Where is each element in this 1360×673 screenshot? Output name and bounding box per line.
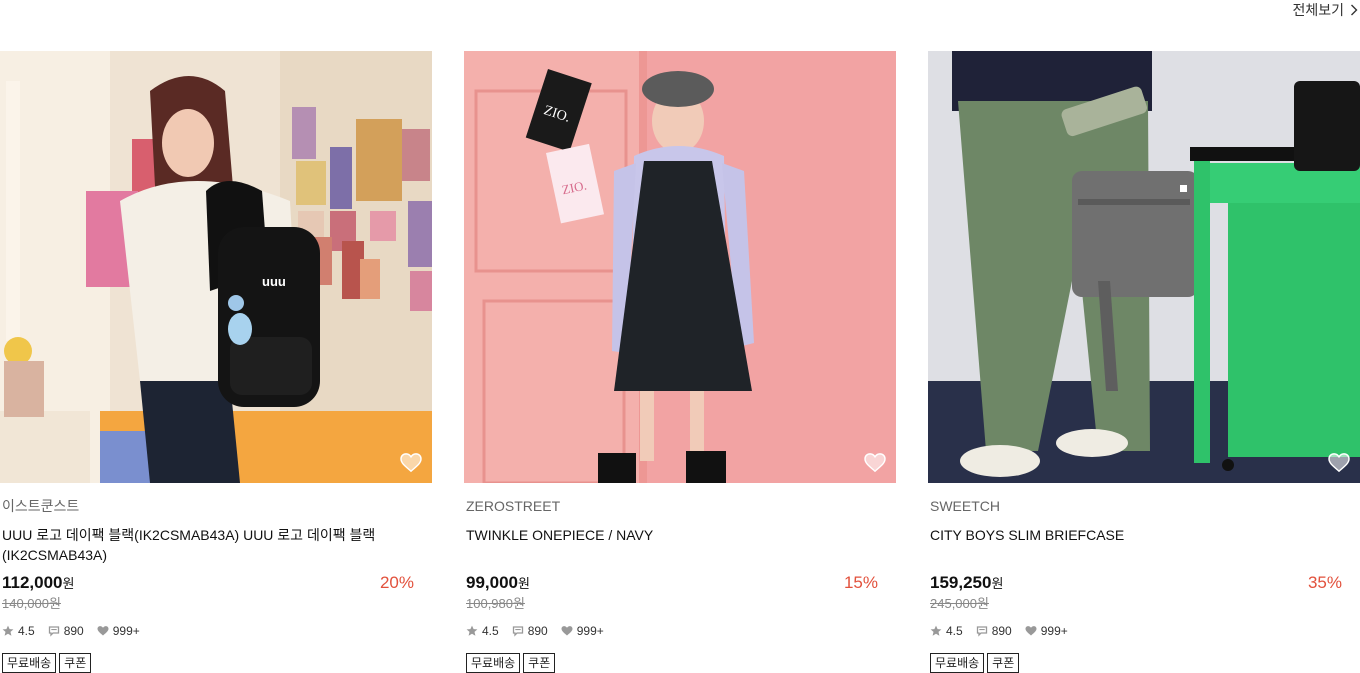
product-tags: 무료배송 쿠폰 [930, 653, 1358, 673]
price-row: 159,250원 35% [930, 573, 1358, 595]
coupon-tag: 쿠폰 [59, 653, 92, 673]
currency-label: 원 [62, 576, 75, 591]
product-name[interactable]: TWINKLE ONEPIECE / NAVY [466, 525, 894, 565]
heart-icon [97, 626, 109, 636]
free-shipping-tag: 무료배송 [930, 653, 985, 673]
sale-price: 159,250 [930, 573, 992, 592]
product-tags: 무료배송 쿠폰 [466, 653, 894, 673]
product-name[interactable]: UUU 로고 데이팩 블랙(IK2CSMAB43A) UUU 로고 데이팩 블랙… [2, 525, 430, 565]
review-count: 890 [63, 624, 84, 638]
coupon-tag: 쿠폰 [987, 653, 1020, 673]
review-count: 890 [527, 624, 548, 638]
comment-icon [512, 626, 523, 637]
star-icon [2, 625, 14, 636]
star-icon [930, 625, 942, 636]
rating: 4.5 [2, 624, 35, 638]
heart-icon [1025, 626, 1037, 636]
product-stats: 4.5 890 999+ [466, 623, 894, 639]
wishlist-heart-icon[interactable] [1328, 453, 1350, 473]
product-photo-briefcase [928, 51, 1360, 483]
reviews: 890 [48, 624, 84, 638]
comment-icon [976, 626, 987, 637]
like-count: 999+ [112, 624, 140, 638]
coupon-tag: 쿠폰 [523, 653, 556, 673]
brand-name[interactable]: SWEETCH [930, 497, 1358, 515]
free-shipping-tag: 무료배송 [466, 653, 521, 673]
discount-rate: 20% [379, 573, 414, 592]
product-card[interactable]: uuu 이스트쿤스트 UUU 로고 데이팩 블랙(IK2CSMAB43A) UU… [0, 51, 432, 673]
currency-label: 원 [991, 576, 1004, 591]
product-name[interactable]: CITY BOYS SLIM BRIEFCASE [930, 525, 1358, 565]
reviews: 890 [976, 624, 1012, 638]
discount-rate: 35% [1307, 573, 1342, 592]
reviews: 890 [512, 624, 548, 638]
original-price: 100,980원 [466, 596, 525, 611]
likes: 999+ [1025, 624, 1068, 638]
rating: 4.5 [466, 624, 499, 638]
like-count: 999+ [576, 624, 604, 638]
product-image[interactable]: ZIO. ZIO. [464, 51, 896, 483]
original-price: 140,000원 [2, 596, 61, 611]
chevron-right-icon [1351, 4, 1358, 16]
view-all-label: 전체보기 [1292, 2, 1344, 18]
brand-name[interactable]: ZEROSTREET [466, 497, 894, 515]
rating-value: 4.5 [482, 624, 499, 638]
product-image[interactable]: uuu [0, 51, 432, 483]
product-photo-backpack: uuu [0, 51, 432, 483]
discount-rate: 15% [843, 573, 878, 592]
product-info: ZEROSTREET TWINKLE ONEPIECE / NAVY 99,00… [464, 497, 896, 673]
wishlist-heart-icon[interactable] [400, 453, 422, 473]
free-shipping-tag: 무료배송 [2, 653, 57, 673]
product-tags: 무료배송 쿠폰 [2, 653, 430, 673]
comment-icon [48, 626, 59, 637]
product-info: 이스트쿤스트 UUU 로고 데이팩 블랙(IK2CSMAB43A) UUU 로고… [0, 497, 432, 673]
product-photo-dress: ZIO. ZIO. [464, 51, 896, 483]
wishlist-heart-icon[interactable] [864, 453, 886, 473]
price-row: 99,000원 15% [466, 573, 894, 595]
view-all-link[interactable]: 전체보기 [1292, 0, 1358, 20]
price-row: 112,000원 20% [2, 573, 430, 595]
sale-price: 112,000 [2, 573, 63, 592]
star-icon [466, 625, 478, 636]
product-image[interactable] [928, 51, 1360, 483]
heart-icon [561, 626, 573, 636]
currency-label: 원 [518, 576, 530, 591]
rating-value: 4.5 [18, 624, 35, 638]
product-stats: 4.5 890 999+ [2, 623, 430, 639]
bag-logo-text: uuu [262, 274, 286, 289]
product-card[interactable]: ZIO. ZIO. ZEROSTREET TWINKLE ONEPIECE / … [464, 51, 896, 673]
likes: 999+ [97, 624, 140, 638]
product-info: SWEETCH CITY BOYS SLIM BRIEFCASE 159,250… [928, 497, 1360, 673]
rating-value: 4.5 [946, 624, 963, 638]
sale-price: 99,000 [466, 573, 518, 592]
product-stats: 4.5 890 999+ [930, 623, 1358, 639]
like-count: 999+ [1040, 624, 1068, 638]
rating: 4.5 [930, 624, 963, 638]
original-price: 245,000원 [930, 596, 989, 611]
likes: 999+ [561, 624, 604, 638]
product-card[interactable]: SWEETCH CITY BOYS SLIM BRIEFCASE 159,250… [928, 51, 1360, 673]
review-count: 890 [991, 624, 1012, 638]
brand-name[interactable]: 이스트쿤스트 [2, 497, 430, 515]
